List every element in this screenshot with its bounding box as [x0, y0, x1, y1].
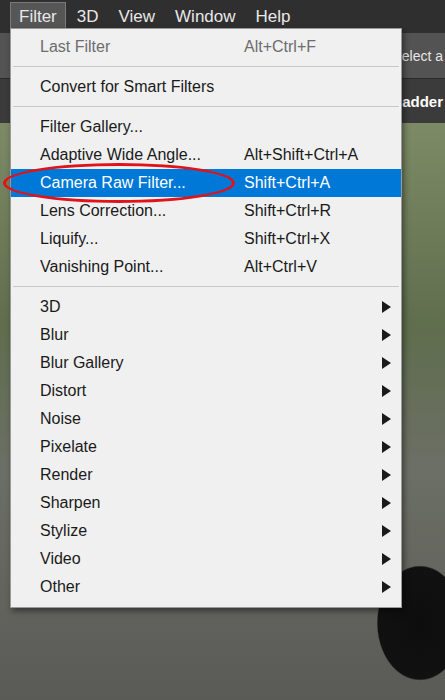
menu-item-label: Blur	[40, 326, 244, 344]
menu-item-label: Adaptive Wide Angle...	[40, 146, 244, 164]
submenu-arrow-icon	[382, 469, 391, 481]
menu-item[interactable]: Sharpen	[11, 489, 401, 517]
filter-menu: Last FilterAlt+Ctrl+F Convert for Smart F…	[10, 28, 402, 608]
menu-item-shortcut: Alt+Ctrl+F	[244, 38, 373, 56]
menu-item-label: Render	[40, 466, 244, 484]
menu-item[interactable]: Noise	[11, 405, 401, 433]
menu-item-label: Pixelate	[40, 438, 244, 456]
menu-bar-item[interactable]: 3D	[68, 2, 108, 31]
menu-item-label: Filter Gallery...	[40, 118, 244, 136]
annotation-circle	[3, 163, 235, 203]
menu-item-shortcut: Shift+Ctrl+A	[244, 174, 373, 192]
submenu-arrow-icon	[382, 357, 391, 369]
submenu-arrow-icon	[382, 441, 391, 453]
menu-item-label: Lens Correction...	[40, 202, 244, 220]
menu-bar-item[interactable]: Filter	[10, 2, 66, 31]
menu-item[interactable]: Camera Raw Filter...Shift+Ctrl+A	[11, 169, 401, 197]
menu-item[interactable]: Blur Gallery	[11, 349, 401, 377]
menu-bar-item[interactable]: Help	[247, 2, 300, 31]
menu-item-label: Liquify...	[40, 230, 244, 248]
menu-item-label: Blur Gallery	[40, 354, 244, 372]
submenu-arrow-icon	[382, 497, 391, 509]
menu-item[interactable]: Vanishing Point...Alt+Ctrl+V	[11, 253, 401, 281]
menu-item[interactable]: Render	[11, 461, 401, 489]
menu-item-label: Distort	[40, 382, 244, 400]
menu-item-label: Sharpen	[40, 494, 244, 512]
menu-item[interactable]: 3D	[11, 293, 401, 321]
menu-item[interactable]: Stylize	[11, 517, 401, 545]
submenu-arrow-icon	[382, 329, 391, 341]
menu-item: Last FilterAlt+Ctrl+F	[11, 33, 401, 61]
submenu-arrow-icon	[382, 301, 391, 313]
menu-separator	[13, 286, 399, 287]
menu-item-label: 3D	[40, 298, 244, 316]
menu-item-shortcut: Alt+Shift+Ctrl+A	[244, 146, 373, 164]
menu-item[interactable]: Video	[11, 545, 401, 573]
photoshop-window: Filter3DViewWindowHelpelect aadderLast F…	[0, 0, 445, 700]
menu-bar-item[interactable]: Window	[166, 2, 244, 31]
menu-item[interactable]: Pixelate	[11, 433, 401, 461]
menu-item-shortcut: Alt+Ctrl+V	[244, 258, 373, 276]
menu-item[interactable]: Other	[11, 573, 401, 601]
menu-item-label: Last Filter	[40, 38, 244, 56]
menu-separator	[13, 66, 399, 67]
menu-item[interactable]: Blur	[11, 321, 401, 349]
menu-item[interactable]: Distort	[11, 377, 401, 405]
menu-separator	[13, 106, 399, 107]
menu-item[interactable]: Lens Correction...Shift+Ctrl+R	[11, 197, 401, 225]
menu-item-label: Vanishing Point...	[40, 258, 244, 276]
menu-item[interactable]: Convert for Smart Filters	[11, 73, 401, 101]
submenu-arrow-icon	[382, 413, 391, 425]
menu-item[interactable]: Filter Gallery...	[11, 113, 401, 141]
menu-item[interactable]: Liquify...Shift+Ctrl+X	[11, 225, 401, 253]
menu-item-label: Stylize	[40, 522, 244, 540]
submenu-arrow-icon	[382, 581, 391, 593]
menu-item-label: Other	[40, 578, 244, 596]
options-text[interactable]: elect a	[402, 48, 443, 64]
menu-item-label: Camera Raw Filter...	[40, 174, 244, 192]
menu-bar-item[interactable]: View	[110, 2, 165, 31]
menu-item-label: Video	[40, 550, 244, 568]
menu-item[interactable]: Adaptive Wide Angle...Alt+Shift+Ctrl+A	[11, 141, 401, 169]
menu-item-shortcut: Shift+Ctrl+R	[244, 202, 373, 220]
menu-item-shortcut: Shift+Ctrl+X	[244, 230, 373, 248]
submenu-arrow-icon	[382, 385, 391, 397]
menu-item-label: Noise	[40, 410, 244, 428]
menu-item-label: Convert for Smart Filters	[40, 78, 244, 96]
submenu-arrow-icon	[382, 553, 391, 565]
document-tab[interactable]: adder	[402, 93, 443, 110]
submenu-arrow-icon	[382, 525, 391, 537]
